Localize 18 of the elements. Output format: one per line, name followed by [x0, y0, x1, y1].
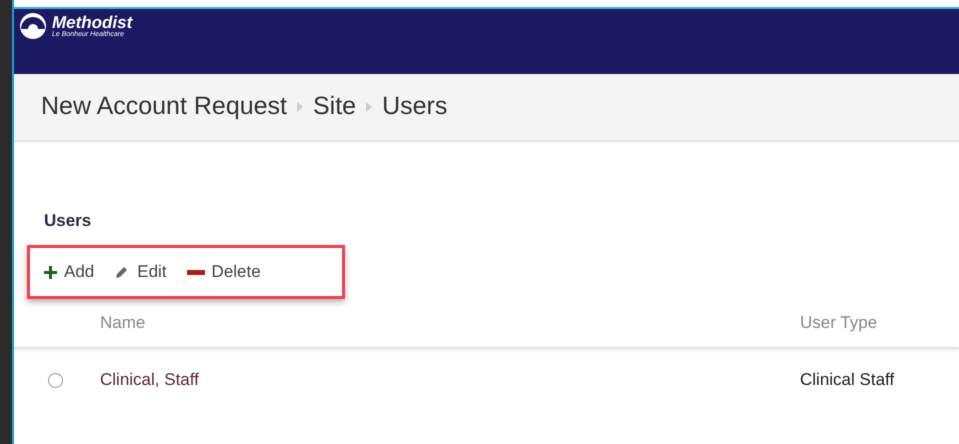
- table-cell-text: Clinical Staff: [800, 369, 894, 392]
- breadcrumb-item[interactable]: Users: [382, 88, 448, 126]
- toolbar-button[interactable]: Edit: [114, 259, 167, 285]
- logo-icon: [18, 11, 48, 41]
- logo-title: Methodist: [52, 14, 132, 31]
- minus-icon: [186, 270, 205, 274]
- toolbar-button[interactable]: Add: [44, 259, 94, 285]
- breadcrumb-item[interactable]: Site: [312, 88, 356, 126]
- chevron-icon: [366, 102, 372, 112]
- column-header: User Type: [800, 312, 878, 334]
- row-radio[interactable]: [48, 372, 63, 388]
- column-header: Name: [100, 312, 146, 334]
- chevron-icon: [296, 102, 303, 112]
- table-cell-text: Clinical, Staff: [100, 369, 200, 392]
- breadcrumb-item[interactable]: New Account Request: [41, 88, 287, 126]
- toolbar-button[interactable]: Delete: [186, 259, 261, 285]
- plus-icon: [44, 266, 57, 278]
- section-title: Users: [44, 211, 92, 230]
